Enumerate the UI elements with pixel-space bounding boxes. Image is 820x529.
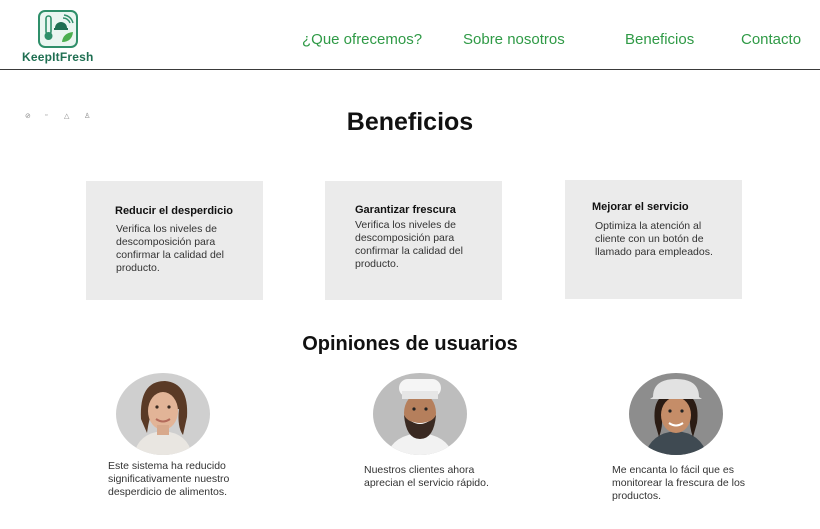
avatar — [373, 373, 467, 455]
benefit-card-title: Garantizar frescura — [355, 204, 456, 216]
avatar — [629, 373, 723, 455]
brand-logo[interactable]: KeepItFresh — [20, 8, 98, 64]
review-text: Me encanta lo fácil que es monitorear la… — [612, 464, 746, 502]
nav-link-contacto[interactable]: Contacto — [741, 31, 801, 48]
avatar — [116, 373, 210, 455]
benefit-card-title: Mejorar el servicio — [592, 201, 689, 213]
site-header: KeepItFresh ¿Que ofrecemos? Sobre nosotr… — [0, 0, 820, 70]
nav-link-beneficios[interactable]: Beneficios — [625, 31, 694, 48]
benefit-card-body: Optimiza la atención al cliente con un b… — [595, 220, 713, 258]
review-text: Este sistema ha reducido significativame… — [108, 460, 230, 498]
benefit-card-title: Reducir el desperdicio — [115, 205, 233, 217]
benefit-card: Reducir el desperdicio Verifica los nive… — [86, 181, 263, 300]
nav-link-que-ofrecemos[interactable]: ¿Que ofrecemos? — [302, 31, 422, 48]
benefit-card: Garantizar frescura Verifica los niveles… — [325, 181, 502, 300]
brand-name: KeepItFresh — [22, 50, 94, 64]
reviews-title: Opiniones de usuarios — [302, 333, 518, 355]
benefits-title: Beneficios — [346, 108, 474, 136]
benefit-card-body: Verifica los niveles de descomposición p… — [116, 223, 224, 274]
benefit-card: Mejorar el servicio Optimiza la atención… — [565, 180, 742, 299]
benefit-card-body: Verifica los niveles de descomposición p… — [355, 219, 463, 270]
nav-link-sobre-nosotros[interactable]: Sobre nosotros — [463, 31, 565, 48]
review-text: Nuestros clientes ahora aprecian el serv… — [364, 464, 489, 489]
thermometer-leaf-icon — [38, 10, 78, 48]
